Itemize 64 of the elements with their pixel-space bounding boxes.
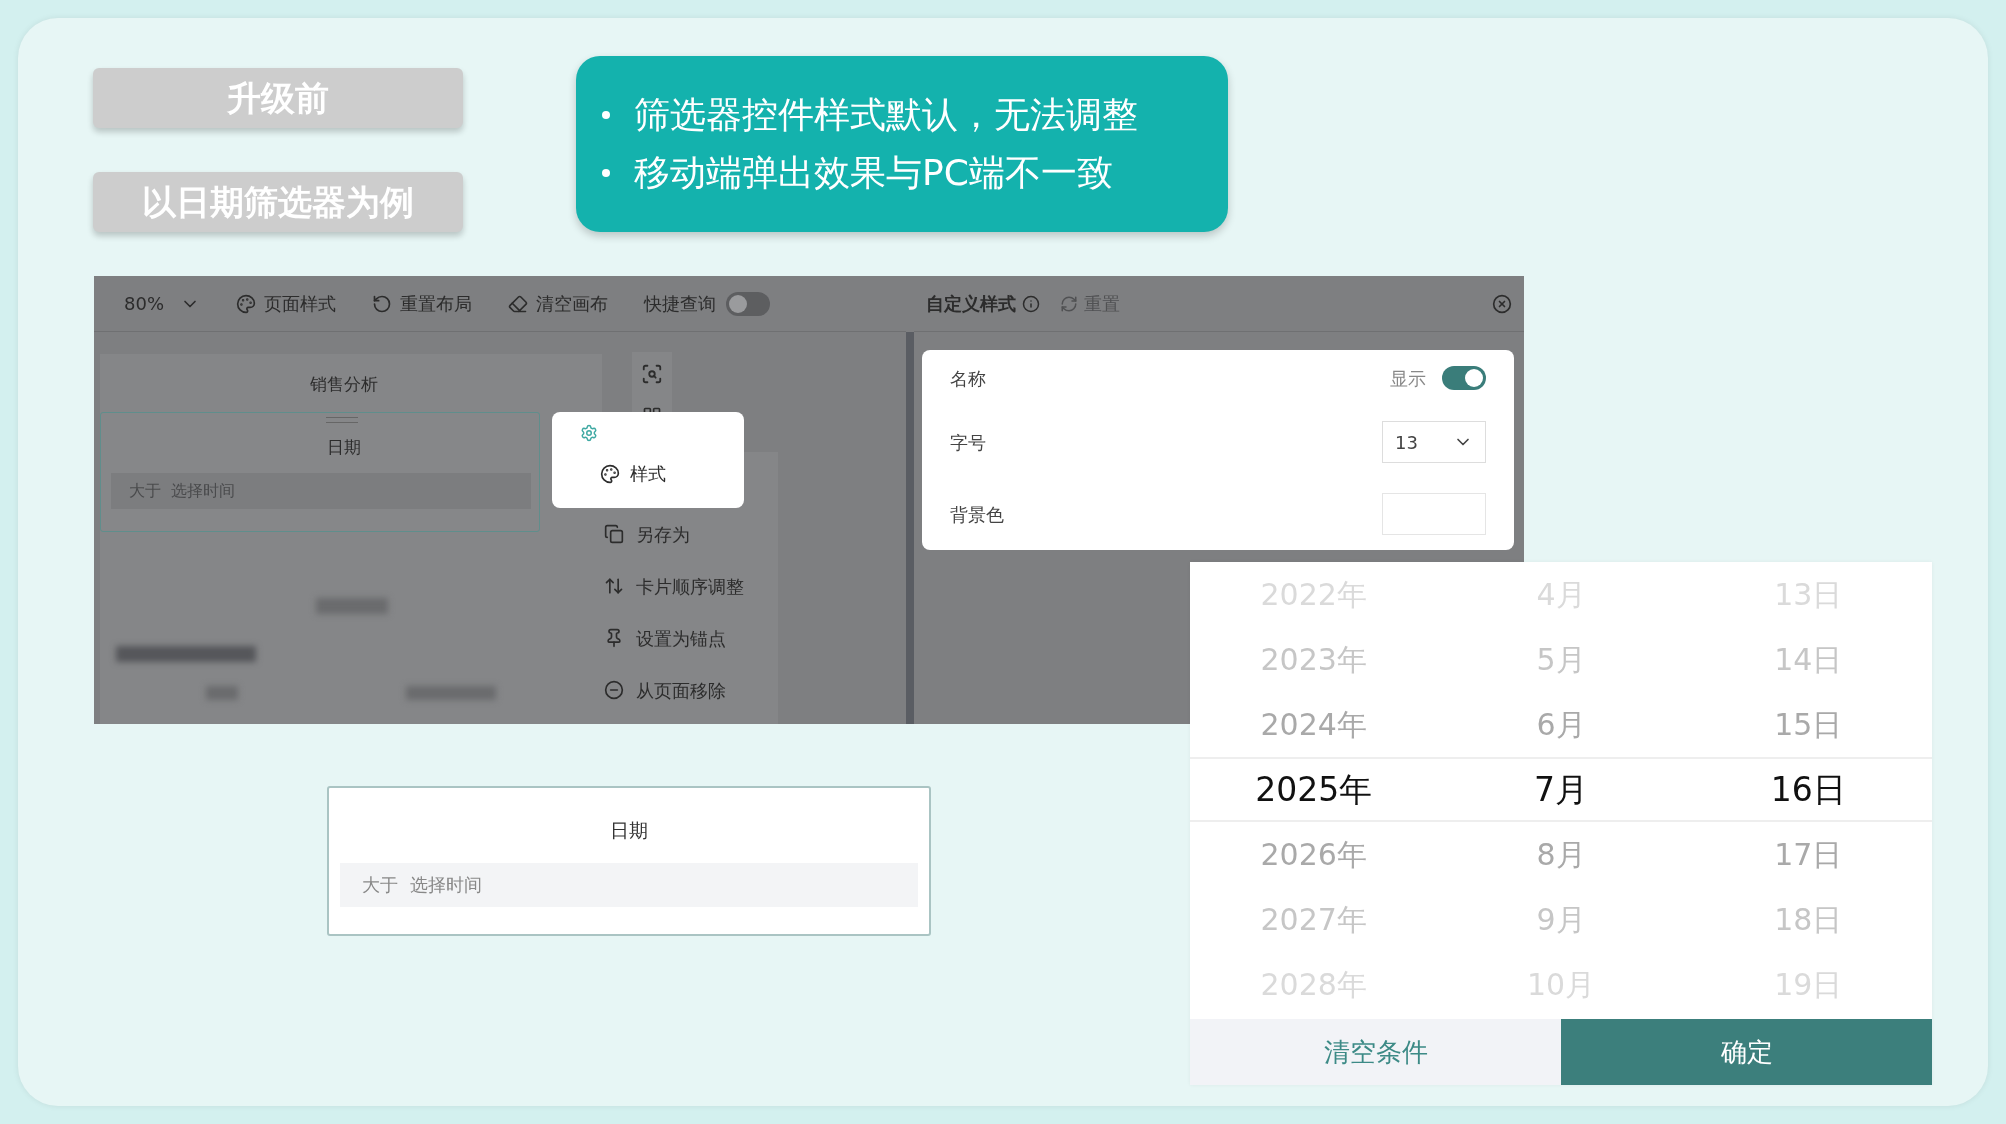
eraser-icon — [508, 293, 528, 314]
month-option[interactable]: 8月 — [1536, 832, 1586, 877]
picker-row[interactable]: 2026年 8月 17日 — [1190, 822, 1932, 887]
year-option[interactable]: 2024年 — [1260, 702, 1367, 747]
drag-handle-icon — [326, 417, 358, 423]
year-option[interactable]: 2025年 — [1255, 764, 1373, 815]
toggle-switch[interactable] — [1442, 366, 1486, 391]
color-field[interactable] — [1382, 493, 1486, 536]
operator-label: 大于 — [362, 873, 398, 897]
toggle-label: 显示 — [1390, 366, 1426, 391]
year-option[interactable]: 2026年 — [1260, 832, 1367, 877]
reset-icon — [372, 293, 392, 314]
quick-query-label: 快捷查询 — [644, 292, 716, 316]
order-icon — [604, 576, 624, 596]
filter-title: 日期 — [610, 818, 648, 843]
month-option[interactable]: 5月 — [1536, 637, 1586, 682]
toggle-switch[interactable] — [726, 291, 770, 316]
close-icon — [1492, 293, 1512, 314]
picker-row[interactable]: 2023年 5月 14日 — [1190, 627, 1932, 692]
palette-icon — [236, 293, 256, 314]
zoom-select[interactable]: 80% — [124, 290, 200, 317]
bullet-icon — [602, 111, 610, 119]
month-option[interactable]: 6月 — [1536, 702, 1586, 747]
card-title: 销售分析 — [310, 373, 378, 396]
panel-title: 自定义样式 — [926, 292, 1016, 316]
note-text: 移动端弹出效果与PC端不一致 — [634, 155, 1113, 191]
month-option[interactable]: 9月 — [1536, 897, 1586, 942]
month-option[interactable]: 7月 — [1534, 764, 1588, 815]
menu-item[interactable]: 卡片顺序调整 — [604, 566, 778, 606]
info-icon — [1022, 294, 1040, 313]
day-option[interactable]: 15日 — [1774, 702, 1843, 747]
menu-item[interactable]: 从页面移除 — [604, 670, 778, 710]
note-text: 筛选器控件样式默认，无法调整 — [634, 97, 1138, 133]
refresh-icon — [1060, 294, 1078, 313]
day-option[interactable]: 14日 — [1774, 637, 1843, 682]
settings-icon — [580, 424, 598, 442]
year-option[interactable]: 2027年 — [1260, 897, 1367, 942]
font-size-select[interactable]: 13 — [1382, 421, 1486, 464]
menu-item[interactable]: 另存为 — [604, 514, 778, 554]
picker-row[interactable]: 2024年 6月 15日 — [1190, 692, 1932, 757]
palette-icon — [600, 463, 620, 484]
remove-icon — [604, 680, 624, 700]
filter-title: 日期 — [327, 436, 361, 459]
toolbar-button[interactable]: 重置布局 — [372, 290, 472, 317]
day-option[interactable]: 18日 — [1774, 897, 1843, 942]
clear-button[interactable]: 清空条件 — [1190, 1019, 1561, 1085]
toolbar-button[interactable]: 清空画布 — [508, 290, 608, 317]
date-input[interactable]: 选择时间 — [410, 871, 610, 898]
year-option[interactable]: 2023年 — [1260, 637, 1367, 682]
confirm-button[interactable]: 确定 — [1561, 1019, 1932, 1085]
field-label: 背景色 — [950, 502, 1004, 527]
menu-item[interactable]: 样式 — [600, 460, 666, 487]
toolbar-button[interactable]: 页面样式 — [236, 290, 336, 317]
field-label: 字号 — [950, 431, 986, 455]
bullet-icon — [602, 169, 610, 177]
field-label: 名称 — [950, 366, 986, 391]
search-icon — [641, 362, 663, 385]
pin-icon — [604, 628, 624, 648]
picker-row[interactable]: 2025年 7月 16日 — [1190, 757, 1932, 822]
day-option[interactable]: 16日 — [1770, 764, 1846, 815]
menu-item[interactable]: 设置为锚点 — [604, 618, 778, 658]
date-field[interactable]: 大于 选择时间 — [340, 862, 918, 907]
day-option[interactable]: 17日 — [1774, 832, 1843, 877]
picker-row[interactable]: 2027年 9月 18日 — [1190, 887, 1932, 952]
